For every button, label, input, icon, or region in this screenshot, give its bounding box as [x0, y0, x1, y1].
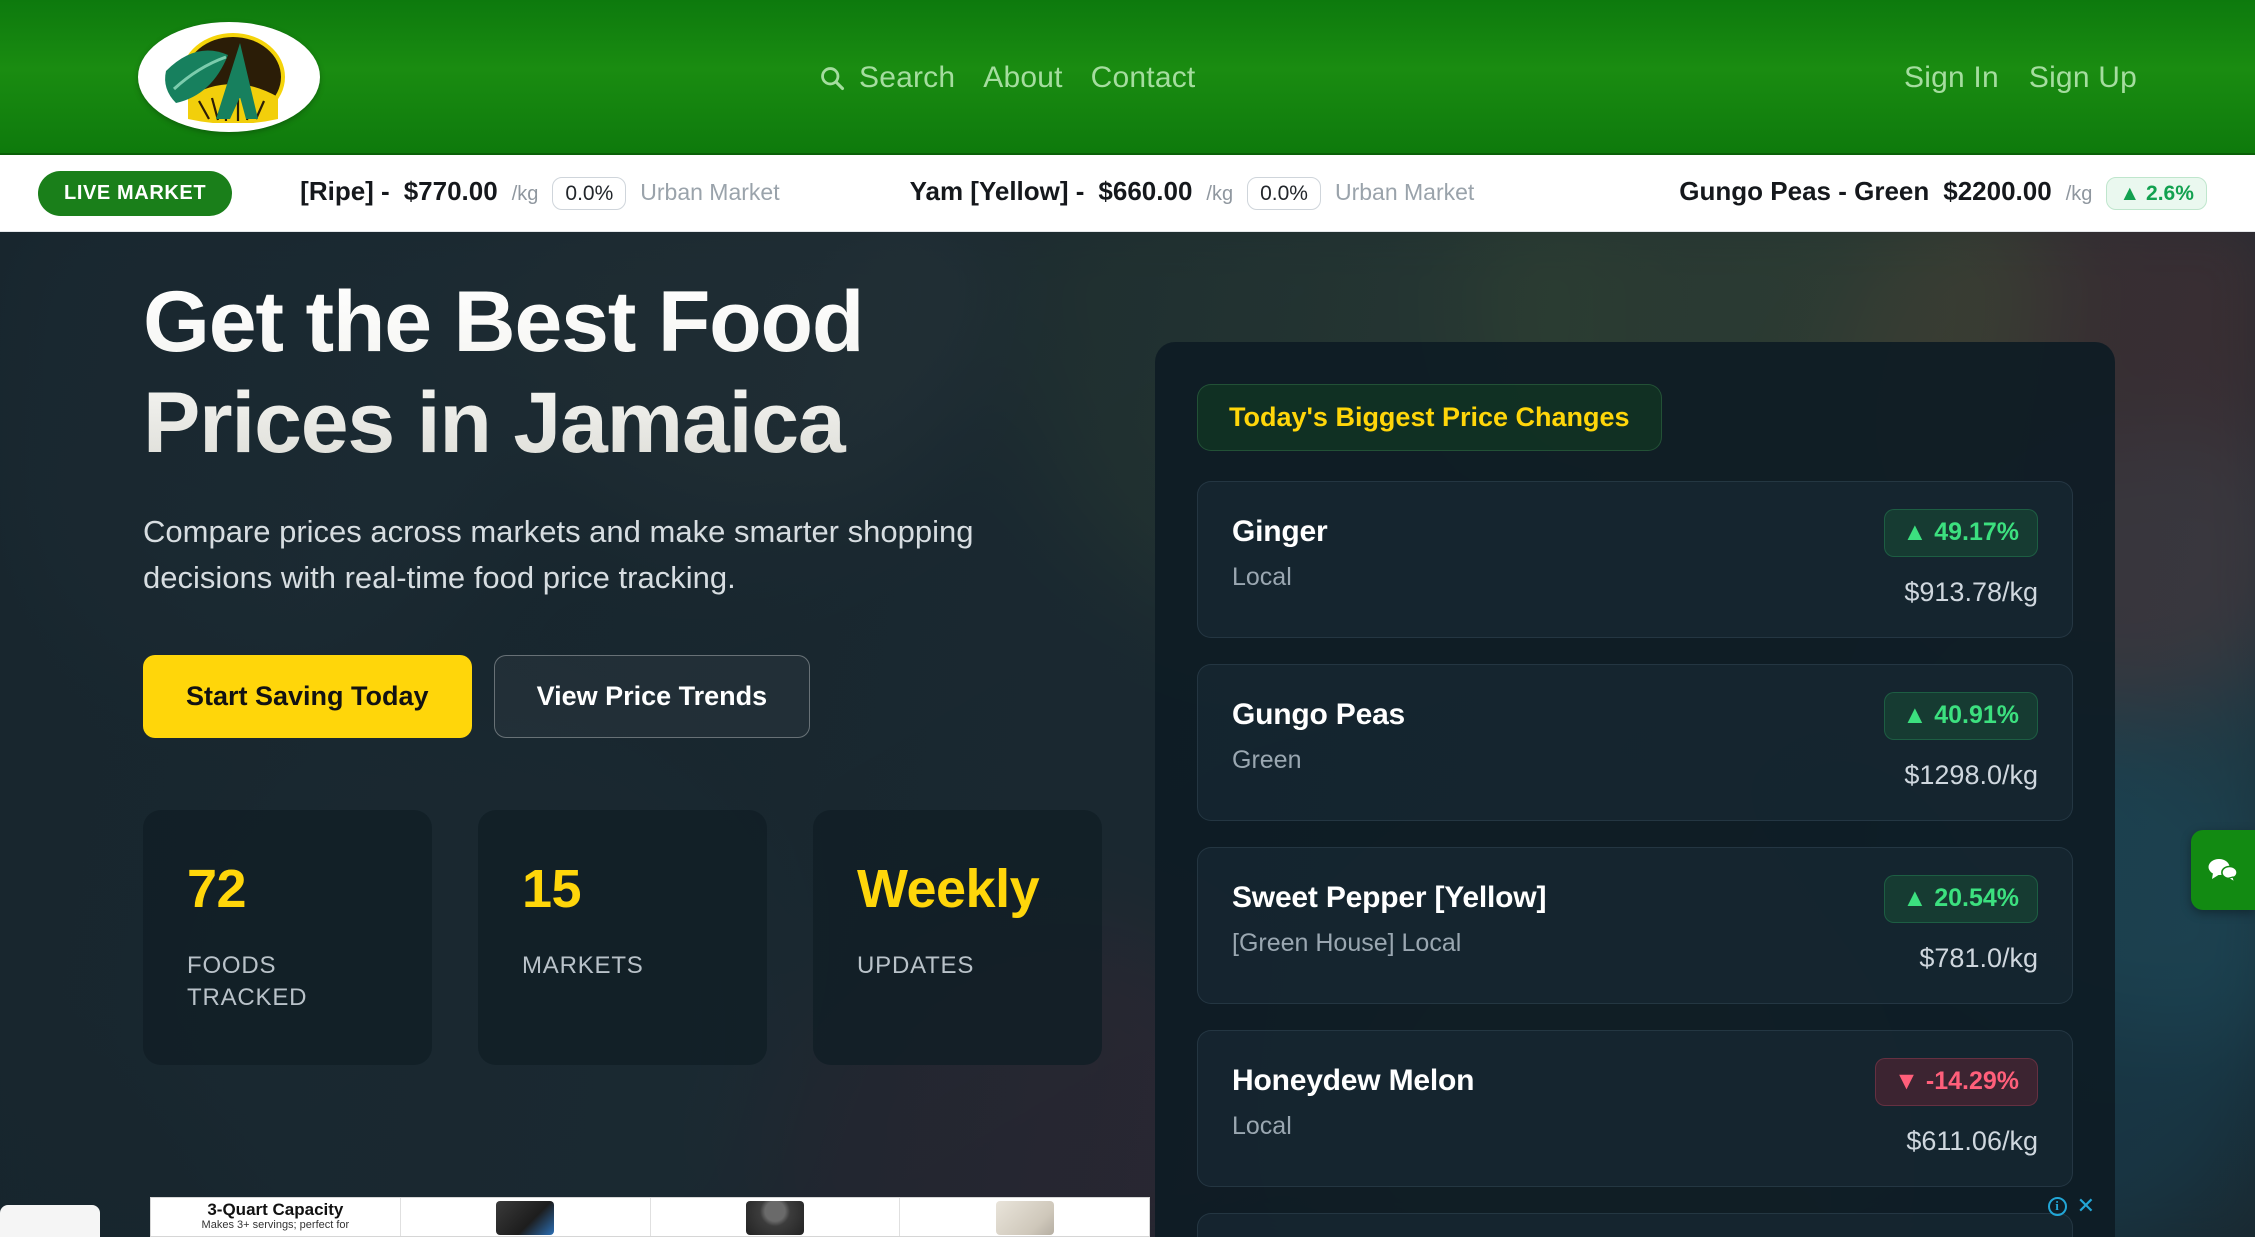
top-navigation-bar: Search About Contact Sign In Sign Up	[0, 0, 2255, 155]
ticker-item-change: 0.0%	[552, 177, 627, 210]
ticker-item-unit: /kg	[1206, 183, 1234, 205]
hero-title-line-1: Get the Best Food	[143, 274, 864, 370]
trend-up-arrow-icon: ▲	[1902, 518, 1928, 546]
page-title: Get the Best Food Prices in Jamaica	[143, 272, 1143, 475]
stat-card-updates: Weekly UPDATES	[813, 809, 1102, 1065]
price-change-card[interactable]: Sweet Pepper [Yellow] [Green House] Loca…	[1197, 847, 2073, 1004]
price-change-percent: 40.91%	[1934, 701, 2019, 729]
ticker-item[interactable]: Yam [Yellow] - $660.00 /kg 0.0% Urban Ma…	[909, 176, 1475, 210]
ad-image-cell	[651, 1198, 901, 1236]
price-change-metrics: ▲ 40.91% $1298.0/kg	[1883, 692, 2038, 791]
price-change-metrics: ▲ 20.54% $781.0/kg	[1883, 875, 2038, 974]
ticker-item[interactable]: [Ripe] - $770.00 /kg 0.0% Urban Market	[300, 176, 780, 210]
nav-search-item[interactable]: Search	[818, 61, 955, 95]
ticker-item[interactable]: Gungo Peas - Green $2200.00 /kg ▲ 2.6%	[1679, 176, 2207, 210]
ad-image-cell	[401, 1198, 651, 1236]
chat-widget-button[interactable]	[2191, 830, 2255, 910]
trend-up-arrow-icon: ▲	[1902, 884, 1928, 912]
ad-image-cell	[900, 1198, 1149, 1236]
ad-creative[interactable]: 3-Quart Capacity Makes 3+ servings; perf…	[150, 1197, 1150, 1237]
stat-label: UPDATES	[857, 951, 975, 979]
price-changes-panel: Today's Biggest Price Changes Ginger Loc…	[1155, 342, 2115, 1237]
price-change-percent: 20.54%	[1934, 884, 2019, 912]
price-change-price: $913.78/kg	[1904, 576, 2038, 607]
ad-close-icon[interactable]: ✕	[2077, 1195, 2095, 1217]
hero-subtitle: Compare prices across markets and make s…	[143, 513, 974, 596]
start-saving-today-button[interactable]: Start Saving Today	[143, 654, 472, 738]
live-market-ticker: LIVE MARKET [Ripe] - $770.00 /kg 0.0% Ur…	[0, 155, 2255, 232]
search-icon	[821, 66, 845, 90]
ad-product-image-icon	[496, 1201, 555, 1235]
hero-stats: 72 FOODS TRACKED 15 MARKETS Weekly UPDAT…	[143, 809, 1143, 1065]
sign-up-link[interactable]: Sign Up	[2029, 61, 2137, 95]
price-change-metrics: ▼ -14.29% $611.06/kg	[1875, 1058, 2038, 1157]
ticker-item-price: $2200.00	[1943, 176, 2052, 206]
price-change-metrics: ▲ 49.17% $913.78/kg	[1883, 509, 2038, 608]
nav-link-about[interactable]: About	[983, 61, 1062, 95]
ticker-item-unit: /kg	[2065, 183, 2093, 205]
hero-title-line-2: Prices in Jamaica	[143, 375, 845, 472]
ad-text-cell: 3-Quart Capacity Makes 3+ servings; perf…	[151, 1198, 401, 1236]
stat-value: 15	[522, 858, 582, 919]
hero-cta-group: Start Saving Today View Price Trends	[143, 654, 1143, 738]
trend-down-arrow-icon: ▼	[1894, 1067, 1919, 1095]
stat-label: FOODS TRACKED	[187, 951, 308, 1012]
price-change-price: $611.06/kg	[1906, 1125, 2038, 1156]
price-change-percent: -14.29%	[1925, 1067, 2019, 1095]
sign-in-link[interactable]: Sign In	[1904, 61, 1999, 95]
ad-headline: 3-Quart Capacity	[207, 1200, 344, 1219]
ad-product-image-icon	[995, 1201, 1054, 1235]
ad-product-image-icon	[745, 1201, 804, 1235]
ad-left-panel	[0, 1205, 100, 1237]
site-logo[interactable]	[138, 22, 320, 132]
nav-link-contact[interactable]: Contact	[1091, 61, 1196, 95]
price-change-card[interactable]: Ginger Local ▲ 49.17% $913.78/kg	[1197, 481, 2073, 638]
price-changes-title[interactable]: Today's Biggest Price Changes	[1197, 384, 1662, 451]
view-price-trends-button[interactable]: View Price Trends	[493, 654, 811, 738]
auth-nav: Sign In Sign Up	[1904, 0, 2137, 155]
stat-label: MARKETS	[522, 951, 644, 979]
ticker-item-change: 0.0%	[1247, 177, 1321, 210]
stat-value: Weekly	[857, 858, 1040, 919]
trend-up-arrow-icon: ▲	[1902, 701, 1928, 729]
ticker-item-price: $770.00	[403, 176, 498, 206]
price-change-card[interactable]: Gungo Peas Green ▲ 40.91% $1298.0/kg	[1197, 664, 2073, 821]
ad-body-text: Makes 3+ servings; perfect for	[201, 1218, 350, 1231]
stat-card-foods-tracked: 72 FOODS TRACKED	[143, 809, 432, 1065]
price-change-badge: ▲ 49.17%	[1883, 509, 2038, 557]
live-market-badge[interactable]: LIVE MARKET	[38, 170, 233, 216]
price-change-price: $781.0/kg	[1919, 942, 2038, 973]
ticker-item-name: Yam [Yellow] -	[909, 176, 1085, 206]
logo-mark-icon	[165, 33, 285, 123]
ticker-item-name: [Ripe] -	[300, 176, 390, 206]
ticker-item-market: Urban Market	[1334, 179, 1475, 205]
primary-nav: Search About Contact	[818, 0, 1195, 155]
ticker-item-name: Gungo Peas - Green	[1679, 176, 1930, 206]
nav-link-search: Search	[859, 60, 956, 94]
ticker-item-market: Urban Market	[640, 179, 780, 205]
ticker-item-unit: /kg	[511, 183, 539, 205]
ad-banner: 3-Quart Capacity Makes 3+ servings; perf…	[0, 1195, 2255, 1237]
ticker-item-price: $660.00	[1098, 176, 1193, 206]
ad-info-icon[interactable]: i	[2047, 1196, 2067, 1216]
stat-card-markets: 15 MARKETS	[478, 809, 767, 1065]
price-change-list: Ginger Local ▲ 49.17% $913.78/kg Gungo P…	[1197, 481, 2073, 1237]
hero-section: Get the Best Food Prices in Jamaica Comp…	[0, 232, 2255, 1237]
stat-value: 72	[187, 858, 247, 919]
price-change-badge: ▼ -14.29%	[1875, 1058, 2038, 1106]
ad-controls: i ✕	[2047, 1195, 2095, 1217]
price-change-percent: 49.17%	[1934, 518, 2019, 546]
chat-bubbles-icon	[2208, 859, 2238, 884]
ticker-item-change: ▲ 2.6%	[2106, 177, 2207, 210]
price-change-badge: ▲ 20.54%	[1883, 875, 2038, 923]
hero-content: Get the Best Food Prices in Jamaica Comp…	[143, 272, 1143, 1065]
price-change-badge: ▲ 40.91%	[1883, 692, 2038, 740]
price-change-card[interactable]: Honeydew Melon Local ▼ -14.29% $611.06/k…	[1197, 1030, 2073, 1187]
price-change-price: $1298.0/kg	[1904, 759, 2038, 790]
